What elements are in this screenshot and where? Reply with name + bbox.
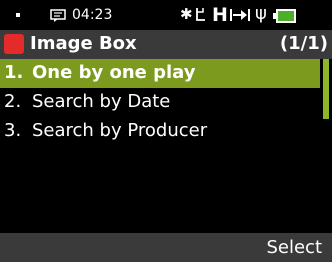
list-item-search-by-date[interactable]: 2. Search by Date — [0, 88, 320, 117]
phone-screen: 04:23 ✱ H ψ Image Box (1/1) 1. One by on… — [0, 0, 332, 262]
signal-icon — [195, 6, 207, 26]
list-item-one-by-one-play[interactable]: 1. One by one play — [0, 59, 320, 88]
list-item-label: Search by Date — [32, 91, 171, 112]
select-softkey[interactable]: Select — [266, 237, 322, 259]
image-box-icon — [4, 34, 24, 54]
status-bar: 04:23 ✱ H ψ — [0, 0, 332, 30]
list-item-search-by-producer[interactable]: 3. Search by Producer — [0, 117, 320, 146]
battery-icon — [273, 8, 297, 27]
list-item-label: One by one play — [32, 62, 196, 83]
list-item-number: 2. — [4, 91, 22, 112]
page-title: Image Box — [30, 33, 137, 54]
hsdpa-icon: H — [212, 4, 228, 26]
softkey-bar: Select — [0, 233, 332, 262]
list-item-number: 1. — [4, 62, 24, 83]
clock-time: 04:23 — [72, 7, 113, 23]
usb-icon: ψ — [255, 3, 267, 24]
scrollbar[interactable] — [323, 59, 329, 119]
bluetooth-icon: ✱ — [180, 5, 193, 23]
list-item-number: 3. — [4, 120, 22, 141]
hold-icon — [230, 7, 250, 26]
title-bar: Image Box (1/1) — [0, 30, 332, 59]
page-count: (1/1) — [279, 33, 328, 54]
status-dot-icon — [16, 13, 20, 17]
message-icon — [50, 8, 66, 27]
list-item-label: Search by Producer — [32, 120, 208, 141]
